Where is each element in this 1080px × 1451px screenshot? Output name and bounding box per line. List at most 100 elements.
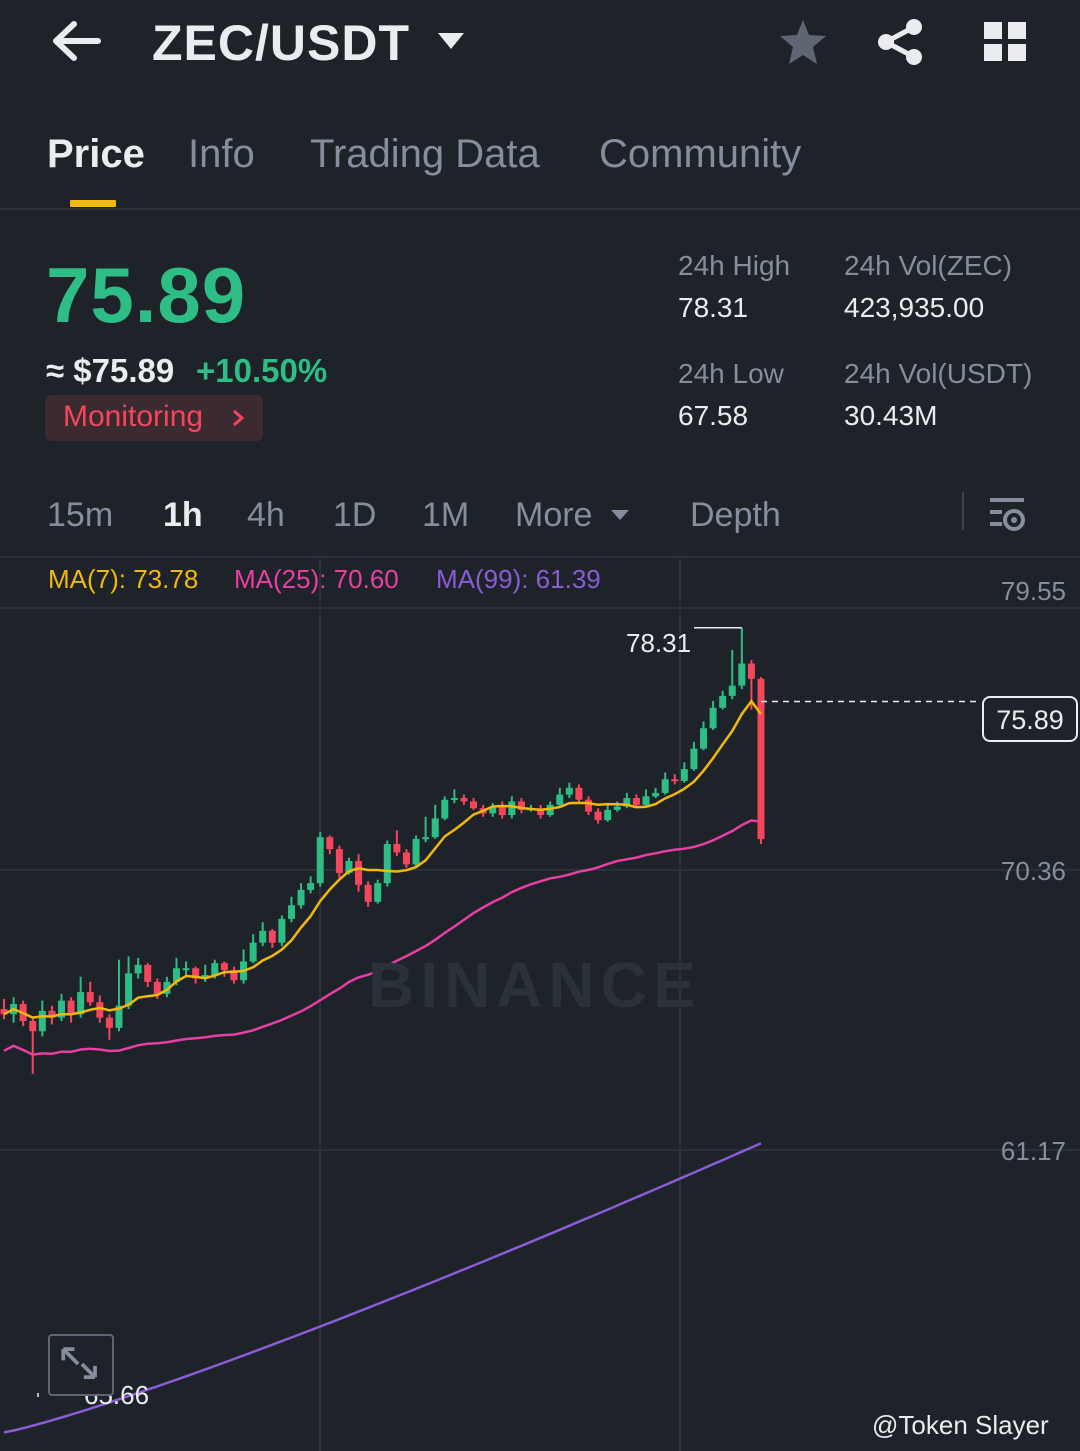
candle-body [287,905,295,919]
price-change: +10.50% [196,352,328,389]
high-label: 24h High [678,250,791,281]
tab-price[interactable]: Price [47,132,145,177]
interval-4h[interactable]: 4h [247,496,285,535]
expand-icon [61,1347,97,1380]
share-icon[interactable] [876,18,924,66]
y-tick-label: 61.17 [1000,1136,1066,1166]
candle-body [316,837,324,884]
vol-zec-value: 423,935.00 [844,292,985,323]
divider [962,492,964,530]
y-tick-label: 79.55 [1000,576,1066,606]
candle-body [422,837,430,840]
candle-body [585,799,593,812]
candle-body [652,792,660,797]
candle-body [96,1002,104,1018]
candle-body [326,837,334,850]
candle-body [211,963,219,976]
candle-body [747,663,755,679]
candle-body [738,663,746,686]
candle-body [450,798,458,801]
candle-body [86,992,94,1003]
candle-body [565,787,573,795]
candle-body [700,728,708,749]
candle-body [153,981,161,994]
current-price-badge: 75.89 [982,696,1078,742]
candle-body [220,963,228,970]
candle-body [709,707,717,729]
candle-body [125,973,133,1006]
candle-body [402,852,410,865]
vol-usdt-value: 30.43M [844,400,938,431]
candle-body [613,806,621,810]
grid-icon[interactable] [982,20,1028,62]
candle-body [680,769,688,781]
candle-body [249,942,257,962]
ma99-label: MA(99): 61.39 [436,564,601,594]
candle-body [441,799,449,819]
candle-body [460,798,468,802]
candle-body [335,849,343,873]
back-arrow-icon[interactable] [50,18,102,64]
candle-body [690,748,698,770]
watermark-brand: BINANCE [368,949,702,1021]
candle-body [38,1010,46,1032]
y-tick-label: 70.36 [1000,856,1066,886]
interval-1d[interactable]: 1D [333,496,376,535]
candle-body [719,695,727,708]
main-tabs: Price Info Trading Data Community [0,110,1080,210]
active-tab-indicator [70,200,116,207]
last-price: 75.89 [46,251,247,339]
tab-trading-data[interactable]: Trading Data [310,132,540,177]
high-marker-label: 78.31 [626,628,692,658]
caret-down-icon[interactable] [436,30,466,52]
candle-body [594,811,602,821]
chart-settings-icon[interactable] [988,494,1028,534]
candle-body [575,787,583,800]
candle-body [383,843,391,884]
high-value: 78.31 [678,292,749,323]
candle-body [556,794,564,805]
interval-bar: 15m 1h 4h 1D 1M More Depth [0,470,1080,558]
ma7-label: MA(7): 73.78 [48,564,199,594]
candle-body [508,801,516,816]
interval-1h[interactable]: 1h [163,496,203,535]
candle-body [498,806,506,816]
candle-body [144,964,152,982]
tab-info[interactable]: Info [188,132,255,177]
vol-zec-label: 24h Vol(ZEC) [844,250,1013,281]
current-price-label: 75.89 [996,705,1064,735]
pair-title[interactable]: ZEC/USDT [152,14,410,72]
expand-chart-button[interactable] [48,1334,114,1396]
candle-body [412,838,420,865]
depth-tab[interactable]: Depth [690,496,781,535]
candle-body [268,930,276,943]
candle-body [355,861,363,885]
candle-body [105,1017,113,1028]
candle-body [470,801,478,809]
monitoring-label: Monitoring [63,400,204,433]
interval-1m[interactable]: 1M [422,496,469,535]
candle-body [393,843,401,853]
interval-15m[interactable]: 15m [47,496,113,535]
candle-body [134,964,142,974]
candle-body [364,884,372,902]
watermark-user: @Token Slayer [872,1410,1049,1440]
candle-body [671,779,679,782]
monitoring-button[interactable]: Monitoring [45,395,263,441]
candle-body [182,968,190,971]
top-bar: ZEC/USDT [0,0,1080,86]
candle-body [604,809,612,821]
candle-body [374,883,382,902]
candle-body [67,1000,75,1015]
candle-body [278,918,286,943]
tab-community[interactable]: Community [599,132,801,177]
chevron-right-icon [233,409,245,427]
caret-down-icon [611,510,629,520]
usd-price: ≈ $75.89 [46,352,175,389]
candle-body [29,1021,37,1032]
candle-body [307,883,315,890]
star-icon[interactable] [778,18,828,66]
interval-more[interactable]: More [515,496,592,535]
vol-usdt-label: 24h Vol(USDT) [844,358,1033,389]
candle-body [757,678,765,840]
